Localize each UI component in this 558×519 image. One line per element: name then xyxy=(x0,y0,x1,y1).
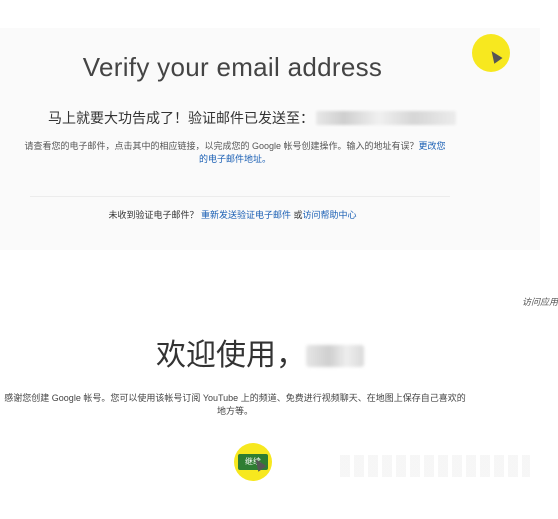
sent-message: 马上就要大功告成了！验证邮件已发送至： xyxy=(48,108,456,128)
redacted-email xyxy=(316,111,456,125)
instructions: 请查看您的电子邮件，点击其中的相应链接，以完成您的 Google 帐号创建操作。… xyxy=(20,140,450,166)
redacted-name xyxy=(306,345,364,367)
instructions-text: 请查看您的电子邮件，点击其中的相应链接，以完成您的 Google 帐号创建操作。… xyxy=(24,141,419,151)
welcome-title: 欢迎使用， xyxy=(156,330,364,374)
sent-text: 马上就要大功告成了！验证邮件已发送至： xyxy=(48,110,314,126)
divider xyxy=(30,196,450,197)
not-received-text: 未收到验证电子邮件？ xyxy=(108,210,199,220)
resend-row: 未收到验证电子邮件？ 重新发送验证电子邮件 或访问帮助中心 xyxy=(0,208,465,221)
welcome-body: 感谢您创建 Google 帐号。您可以使用该帐号订阅 YouTube 上的频道、… xyxy=(4,393,466,416)
visit-apps-link[interactable]: 访问应用 xyxy=(522,295,558,308)
welcome-title-text: 欢迎使用， xyxy=(156,339,306,372)
help-center-link[interactable]: 访问帮助中心 xyxy=(303,210,357,220)
or-text: 或 xyxy=(293,210,303,220)
watermark xyxy=(340,455,530,477)
verify-title: Verify your email address xyxy=(82,52,383,82)
resend-link[interactable]: 重新发送验证电子邮件 xyxy=(201,210,291,220)
